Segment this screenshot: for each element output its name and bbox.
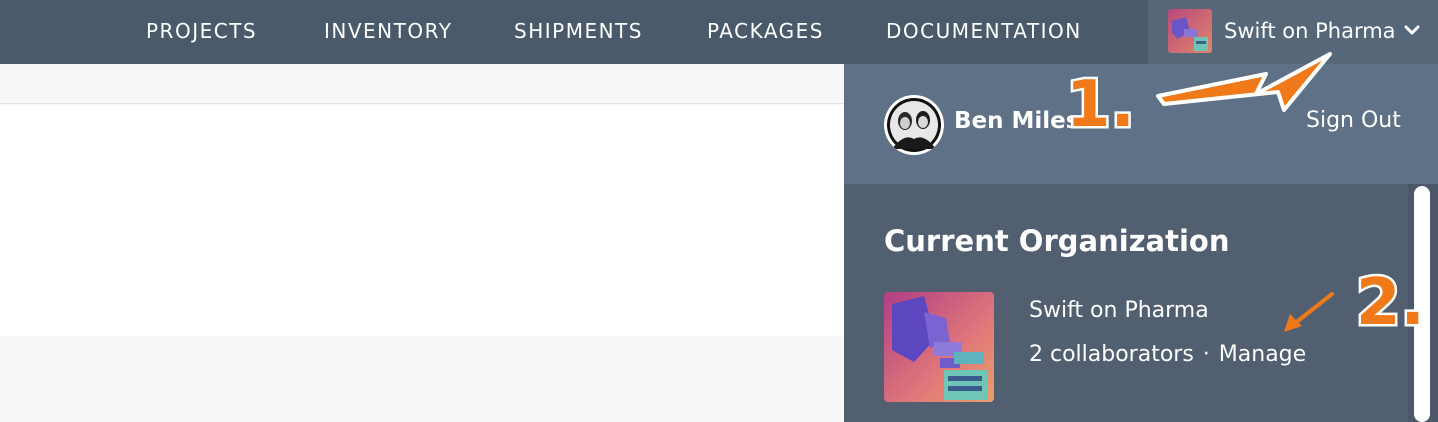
org-switcher[interactable]: Swift on Pharma	[1148, 0, 1438, 64]
user-name: Ben Miles	[954, 108, 1080, 134]
nav-packages[interactable]: PACKAGES	[707, 0, 824, 64]
top-navigation: PROJECTS INVENTORY SHIPMENTS PACKAGES DO…	[0, 0, 1438, 64]
manage-link[interactable]: Manage	[1219, 342, 1306, 367]
page-background	[0, 336, 844, 422]
account-dropdown: Ben Miles Sign Out Current Organization …	[844, 64, 1438, 422]
chevron-down-icon[interactable]	[1404, 22, 1420, 38]
current-organization-heading: Current Organization	[884, 224, 1230, 258]
page-subheader	[0, 64, 844, 104]
sign-out-link[interactable]: Sign Out	[1306, 108, 1401, 133]
content-card	[0, 105, 844, 336]
nav-projects[interactable]: PROJECTS	[146, 0, 257, 64]
scrollbar-thumb[interactable]	[1414, 186, 1430, 422]
nav-shipments[interactable]: SHIPMENTS	[514, 0, 643, 64]
org-thumbnail-small	[1168, 9, 1212, 53]
user-section: Ben Miles Sign Out	[844, 64, 1438, 184]
separator-dot: ·	[1202, 342, 1210, 367]
user-avatar	[884, 95, 944, 155]
org-meta: 2 collaborators · Manage	[1029, 342, 1306, 367]
collaborators-count: 2 collaborators	[1029, 342, 1194, 367]
org-switcher-label: Swift on Pharma	[1224, 19, 1396, 43]
org-name: Swift on Pharma	[1029, 298, 1209, 323]
org-thumbnail[interactable]	[884, 292, 994, 402]
nav-inventory[interactable]: INVENTORY	[324, 0, 452, 64]
nav-documentation[interactable]: DOCUMENTATION	[886, 0, 1082, 64]
